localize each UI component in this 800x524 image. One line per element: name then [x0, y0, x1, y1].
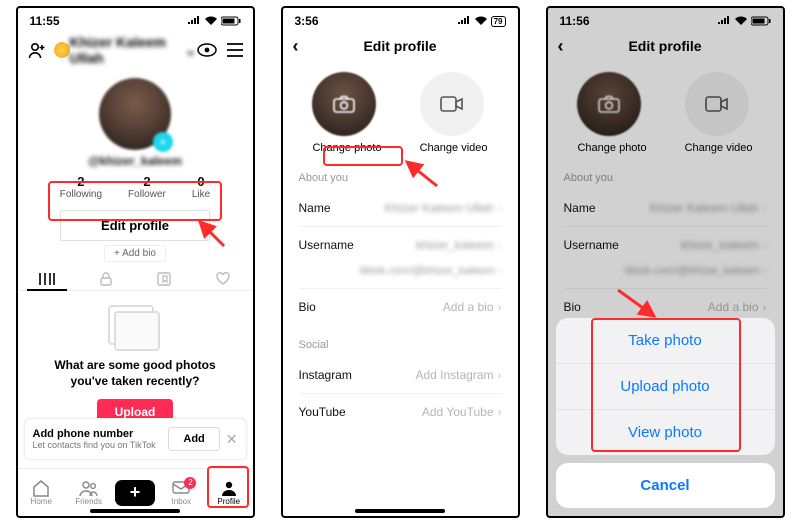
signal-icon [187, 16, 201, 26]
tab-private[interactable] [77, 272, 133, 286]
signal-icon [717, 16, 731, 26]
nav-create[interactable]: + [115, 480, 155, 506]
nav-inbox[interactable]: 2Inbox [160, 479, 202, 506]
back-button[interactable]: ‹ [293, 36, 299, 57]
follower-stat[interactable]: 2Follower [128, 174, 166, 200]
field-youtube[interactable]: YouTubeAdd YouTube› [283, 394, 518, 430]
media-row: Change photo Change video [283, 66, 518, 158]
profile-link[interactable]: tiktok.com/@khizer_kaleem › [548, 263, 783, 288]
nav-friends[interactable]: Friends [68, 479, 110, 506]
add-bio-button[interactable]: + Add bio [104, 245, 166, 262]
edit-header: ‹ Edit profile [548, 28, 783, 66]
promo-line2: you've taken recently? [38, 373, 233, 389]
status-icons [717, 16, 771, 26]
top-bar: Khizer Kaleem Ullah⌄ [18, 28, 253, 72]
sheet-cancel[interactable]: Cancel [556, 463, 775, 508]
home-indicator [90, 509, 180, 513]
status-icons: 79 [457, 16, 506, 27]
edit-profile-button[interactable]: Edit profile [60, 210, 210, 241]
coin-icon[interactable] [54, 42, 70, 58]
add-phone-button[interactable]: Add [168, 427, 219, 451]
following-stat[interactable]: 2Following [60, 174, 102, 200]
change-photo[interactable]: Change photo [312, 72, 381, 154]
signal-icon [457, 16, 471, 26]
add-friend-icon[interactable] [28, 41, 46, 59]
close-icon[interactable]: ✕ [226, 431, 238, 448]
tab-saved[interactable] [136, 272, 192, 286]
change-photo-label: Change photo [577, 142, 646, 154]
verified-plus-badge: + [153, 132, 173, 152]
avatar[interactable]: + [99, 78, 171, 150]
handle: @khizer_kaleem [18, 154, 253, 168]
battery-icon [221, 16, 241, 26]
field-username[interactable]: Usernamekhizer_kaleem› [283, 227, 518, 263]
change-video-label: Change video [420, 142, 488, 154]
battery-icon [751, 16, 771, 26]
change-video[interactable]: Change video [420, 72, 488, 154]
wifi-icon [474, 16, 488, 26]
video-icon [440, 95, 464, 113]
video-icon [705, 95, 729, 113]
eye-icon[interactable] [197, 43, 217, 57]
clock: 11:56 [560, 14, 590, 28]
home-indicator [355, 509, 445, 513]
change-photo[interactable]: Change photo [577, 72, 646, 154]
field-username[interactable]: Usernamekhizer_kaleem› [548, 227, 783, 263]
tab-posts[interactable] [19, 272, 75, 286]
menu-icon[interactable] [227, 43, 243, 57]
section-about: About you [283, 158, 518, 190]
add-phone-sub: Let contacts find you on TikTok [33, 440, 156, 450]
media-row: Change photo Change video [548, 66, 783, 158]
section-about: About you [548, 158, 783, 190]
change-video-label: Change video [685, 142, 753, 154]
status-icons [187, 16, 241, 26]
upload-promo: What are some good photos you've taken r… [18, 291, 253, 433]
wifi-icon [204, 16, 218, 26]
username-dropdown[interactable]: Khizer Kaleem Ullah⌄ [70, 34, 197, 66]
add-phone-title: Add phone number [33, 428, 156, 440]
nav-home[interactable]: Home [20, 479, 62, 506]
tab-liked[interactable] [195, 272, 251, 286]
promo-line1: What are some good photos [38, 357, 233, 373]
change-photo-label: Change photo [312, 142, 381, 154]
clock: 11:55 [30, 14, 60, 28]
page-title: Edit profile [628, 38, 701, 54]
camera-icon [577, 72, 641, 136]
nav-profile[interactable]: Profile [208, 479, 250, 506]
profile-link[interactable]: tiktok.com/@khizer_kaleem › [283, 263, 518, 288]
like-stat[interactable]: 0Like [192, 174, 210, 200]
sheet-upload-photo[interactable]: Upload photo [556, 364, 775, 410]
add-phone-card: Add phone number Let contacts find you o… [24, 418, 247, 460]
action-sheet: Take photo Upload photo View photo Cance… [556, 318, 775, 508]
stats-row: 2Following 2Follower 0Like [18, 174, 253, 200]
inbox-badge: 2 [184, 477, 196, 489]
screen-profile: 11:55 Khizer Kaleem Ullah⌄ + @khizer_kal… [16, 6, 255, 518]
status-bar: 11:55 [18, 8, 253, 28]
field-bio[interactable]: BioAdd a bio› [283, 289, 518, 325]
screen-edit-profile: 3:56 79 ‹ Edit profile Change photo Chan… [281, 6, 520, 518]
battery-pct-icon: 79 [491, 16, 506, 27]
page-title: Edit profile [363, 38, 436, 54]
sheet-take-photo[interactable]: Take photo [556, 318, 775, 364]
sheet-view-photo[interactable]: View photo [556, 410, 775, 455]
field-name[interactable]: NameKhizer Kaleem Ullah› [548, 190, 783, 226]
back-button[interactable]: ‹ [558, 36, 564, 57]
screen-action-sheet: 11:56 ‹ Edit profile Change photo Change… [546, 6, 785, 518]
status-bar: 3:56 79 [283, 8, 518, 28]
field-name[interactable]: NameKhizer Kaleem Ullah› [283, 190, 518, 226]
profile-tabs [18, 268, 253, 291]
camera-icon [312, 72, 376, 136]
status-bar: 11:56 [548, 8, 783, 28]
wifi-icon [734, 16, 748, 26]
section-social: Social [283, 325, 518, 357]
photos-icon [114, 311, 156, 347]
edit-header: ‹ Edit profile [283, 28, 518, 66]
change-video[interactable]: Change video [685, 72, 753, 154]
clock: 3:56 [295, 14, 319, 28]
field-instagram[interactable]: InstagramAdd Instagram› [283, 357, 518, 393]
